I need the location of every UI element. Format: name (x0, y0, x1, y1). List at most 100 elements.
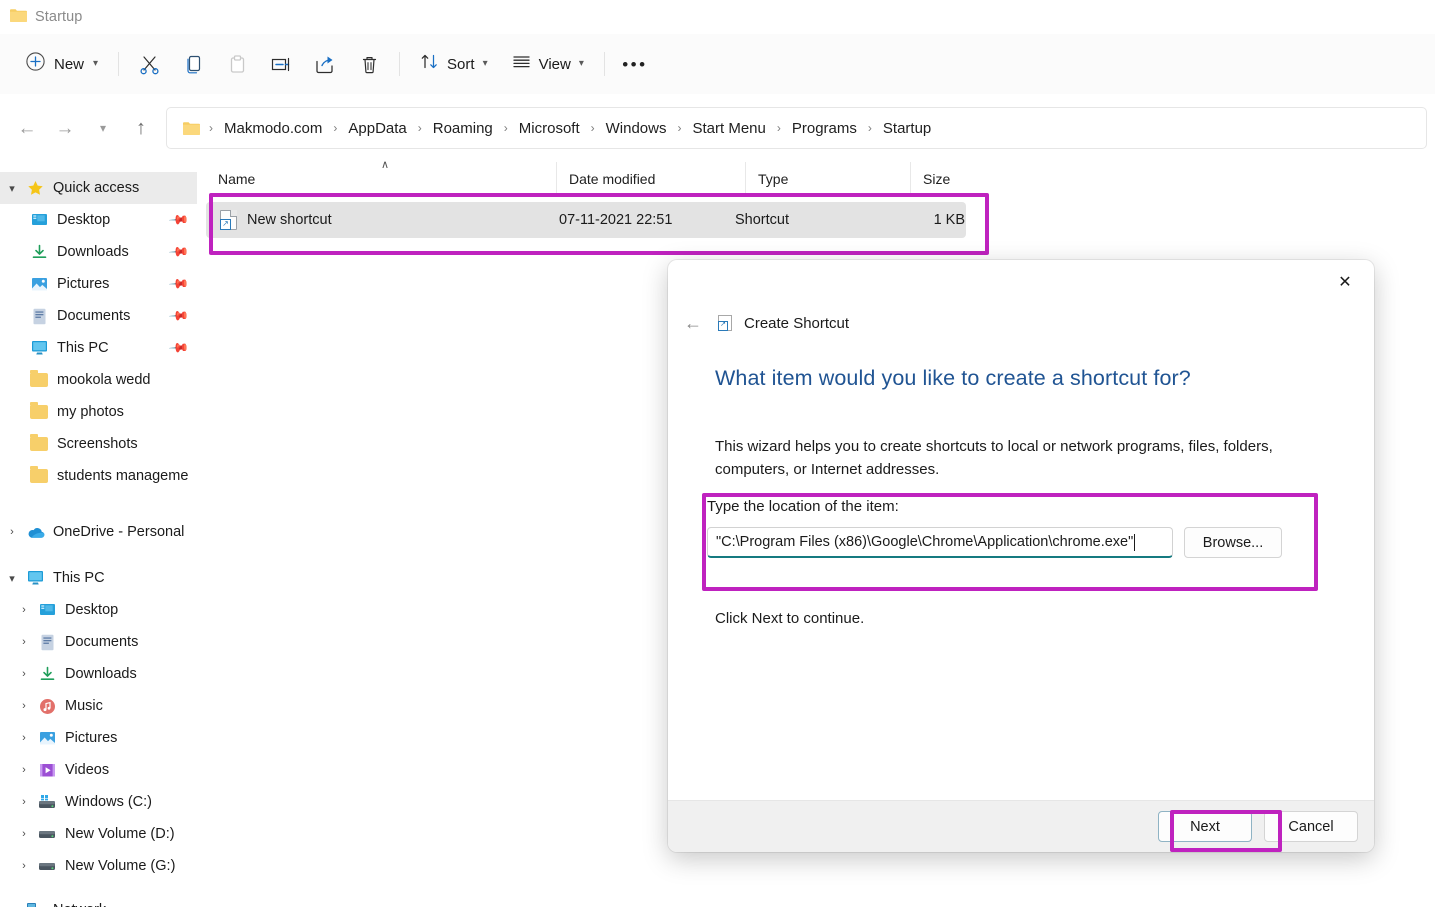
chevron-right-icon[interactable]: › (12, 860, 36, 872)
chevron-down-icon[interactable]: ▾ (0, 572, 24, 585)
breadcrumb-item-3[interactable]: Microsoft (513, 117, 586, 140)
sidebar-item-pc-desktop[interactable]: › Desktop (0, 594, 197, 626)
sidebar-label: This PC (57, 340, 109, 356)
breadcrumb-item-2[interactable]: Roaming (427, 117, 499, 140)
chevron-down-icon[interactable]: ▾ (0, 182, 24, 195)
folder-icon (10, 8, 27, 27)
desktop-icon (36, 601, 58, 619)
column-header-date-modified[interactable]: Date modified (556, 162, 745, 196)
pin-icon[interactable]: 📌 (168, 305, 191, 328)
more-options-button[interactable]: ••• (613, 46, 657, 82)
toolbar-divider-2 (399, 52, 400, 76)
pin-icon[interactable]: 📌 (168, 209, 191, 232)
chevron-right-icon[interactable]: › (12, 604, 36, 616)
sidebar-item-pc-music[interactable]: › Music (0, 690, 197, 722)
column-header-name[interactable]: ∧ Name (206, 162, 556, 196)
sidebar-item-my-photos[interactable]: my photos (0, 396, 197, 428)
chevron-right-icon[interactable]: › (12, 700, 36, 712)
back-icon[interactable]: ← (680, 313, 706, 334)
breadcrumb[interactable]: › Makmodo.com › AppData › Roaming › Micr… (166, 107, 1427, 149)
sidebar-item-pc-downloads[interactable]: › Downloads (0, 658, 197, 690)
close-glyph: ✕ (1338, 272, 1351, 292)
arrow-left-icon: ← (18, 119, 37, 138)
column-label: Type (758, 171, 788, 187)
rename-icon[interactable] (259, 46, 303, 82)
breadcrumb-item-0[interactable]: Makmodo.com (218, 117, 328, 140)
sidebar-label: Downloads (57, 244, 129, 260)
pictures-icon (28, 275, 50, 293)
location-input[interactable]: "C:\Program Files (x86)\Google\Chrome\Ap… (707, 527, 1173, 558)
sidebar-item-new-volume-g[interactable]: › New Volume (G:) (0, 850, 197, 882)
sidebar-item-downloads[interactable]: Downloads 📌 (0, 236, 197, 268)
sidebar-label: Quick access (53, 180, 139, 196)
forward-button[interactable]: → (46, 111, 84, 145)
browse-button[interactable]: Browse... (1184, 527, 1282, 558)
close-icon[interactable]: ✕ (1324, 267, 1366, 297)
sidebar-item-network[interactable]: › Network (0, 894, 197, 907)
sidebar-item-windows-c[interactable]: › Windows (C:) (0, 786, 197, 818)
share-icon[interactable] (303, 46, 347, 82)
sidebar-item-desktop[interactable]: Desktop 📌 (0, 204, 197, 236)
ellipsis-icon: ••• (622, 56, 647, 73)
next-button[interactable]: Next (1158, 811, 1252, 842)
breadcrumb-separator: › (865, 121, 875, 135)
sort-ascending-icon: ∧ (381, 158, 389, 171)
sidebar-item-this-pc-quick[interactable]: This PC 📌 (0, 332, 197, 364)
sidebar-item-pc-videos[interactable]: › Videos (0, 754, 197, 786)
recent-locations-button[interactable]: ▾ (84, 111, 122, 145)
column-header-size[interactable]: Size (910, 162, 1023, 196)
new-button[interactable]: New ▾ (16, 47, 110, 81)
sidebar-item-documents[interactable]: Documents 📌 (0, 300, 197, 332)
paste-icon[interactable] (215, 46, 259, 82)
sidebar-item-students-management[interactable]: students manageme (0, 460, 197, 492)
breadcrumb-item-1[interactable]: AppData (342, 117, 412, 140)
sidebar-item-onedrive[interactable]: › OneDrive - Personal (0, 516, 197, 548)
pin-icon[interactable]: 📌 (168, 241, 191, 264)
sidebar-item-mookola-wedd[interactable]: mookola wedd (0, 364, 197, 396)
copy-icon[interactable] (171, 46, 215, 82)
drive-icon (36, 857, 58, 875)
address-bar: ← → ▾ ↑ › Makmodo.com › AppData › Roamin… (0, 94, 1435, 162)
sidebar-label: Documents (65, 634, 138, 650)
delete-icon[interactable] (347, 46, 391, 82)
breadcrumb-item-4[interactable]: Windows (600, 117, 673, 140)
chevron-right-icon[interactable]: › (12, 668, 36, 680)
sidebar-item-screenshots[interactable]: Screenshots (0, 428, 197, 460)
view-button[interactable]: View ▾ (500, 46, 596, 82)
dialog-title: Create Shortcut (744, 315, 849, 332)
sidebar-item-pc-documents[interactable]: › Documents (0, 626, 197, 658)
sidebar-item-pictures[interactable]: Pictures 📌 (0, 268, 197, 300)
sidebar-label: New Volume (D:) (65, 826, 175, 842)
cut-icon[interactable] (127, 46, 171, 82)
breadcrumb-separator: › (674, 121, 684, 135)
pictures-icon (36, 729, 58, 747)
sidebar-item-this-pc[interactable]: ▾ This PC (0, 562, 197, 594)
breadcrumb-item-7[interactable]: Startup (877, 117, 937, 140)
system-drive-icon (36, 793, 58, 811)
sidebar-item-quick-access[interactable]: ▾ Quick access (0, 172, 197, 204)
back-button[interactable]: ← (8, 111, 46, 145)
table-row[interactable]: ↗ New shortcut 07-11-2021 22:51 Shortcut… (206, 202, 966, 238)
tab-startup[interactable]: Startup (0, 2, 92, 32)
file-explorer-window: Startup New ▾ (0, 0, 1435, 907)
chevron-right-icon[interactable]: › (12, 732, 36, 744)
chevron-right-icon[interactable]: › (0, 526, 24, 538)
pin-icon[interactable]: 📌 (168, 273, 191, 296)
cancel-button[interactable]: Cancel (1264, 811, 1358, 842)
chevron-right-icon[interactable]: › (12, 828, 36, 840)
chevron-right-icon[interactable]: › (12, 636, 36, 648)
documents-icon (28, 307, 50, 325)
chevron-right-icon[interactable]: › (12, 764, 36, 776)
chevron-down-icon: ▾ (579, 59, 584, 69)
toolbar-divider-1 (118, 52, 119, 76)
sidebar-item-new-volume-d[interactable]: › New Volume (D:) (0, 818, 197, 850)
chevron-down-icon: ▾ (93, 59, 98, 69)
breadcrumb-item-5[interactable]: Start Menu (686, 117, 771, 140)
column-header-type[interactable]: Type (745, 162, 910, 196)
sidebar-item-pc-pictures[interactable]: › Pictures (0, 722, 197, 754)
breadcrumb-item-6[interactable]: Programs (786, 117, 863, 140)
pin-icon[interactable]: 📌 (168, 337, 191, 360)
chevron-right-icon[interactable]: › (12, 796, 36, 808)
up-button[interactable]: ↑ (122, 111, 160, 145)
sort-button[interactable]: Sort ▾ (408, 46, 500, 82)
